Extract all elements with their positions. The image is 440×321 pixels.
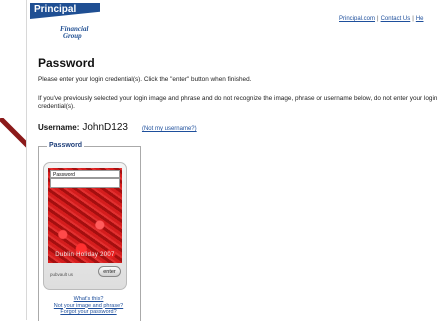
top-links: Principal.com | Contact Us | He — [339, 16, 424, 22]
warning-text: If you've previously selected your login… — [38, 95, 438, 110]
tulip-security-image: Password Dublin Holiday 2007 — [48, 168, 122, 263]
logo-subtitle-line2: Group — [63, 32, 82, 40]
not-my-username-link[interactable]: (Not my username?) — [142, 126, 197, 132]
help-link[interactable]: He — [416, 16, 424, 22]
logo-subtitle: Financial Group — [60, 26, 88, 40]
help-links: What's this? Not your image and phrase? … — [38, 296, 139, 316]
username-row: Username: JohnD123 (Not my username?) — [38, 122, 197, 133]
image-caption: pubvault us — [50, 272, 74, 277]
logo-brand-text: Principal — [34, 4, 77, 15]
password-field-label: Password — [50, 170, 120, 178]
password-input[interactable] — [50, 178, 120, 188]
contact-us-link[interactable]: Contact Us — [381, 16, 411, 22]
password-legend: Password — [47, 142, 85, 149]
principal-com-link[interactable]: Principal.com — [339, 16, 375, 22]
username-value: JohnD123 — [82, 122, 128, 133]
page-title: Password — [38, 56, 95, 70]
link-separator: | — [412, 16, 414, 22]
link-separator: | — [377, 16, 379, 22]
instruction-text: Please enter your login credential(s). C… — [38, 76, 252, 83]
security-image-card: Password Dublin Holiday 2007 pubvault us… — [43, 162, 127, 290]
security-phrase: Dublin Holiday 2007 — [55, 252, 115, 258]
login-page: Principal Financial Group Principal.com |… — [26, 0, 440, 321]
enter-button[interactable]: enter — [98, 266, 121, 277]
principal-logo[interactable]: Principal Financial Group — [30, 3, 100, 48]
username-label: Username: — [38, 123, 80, 132]
forgot-password-link[interactable]: Forgot your password? — [38, 309, 139, 316]
